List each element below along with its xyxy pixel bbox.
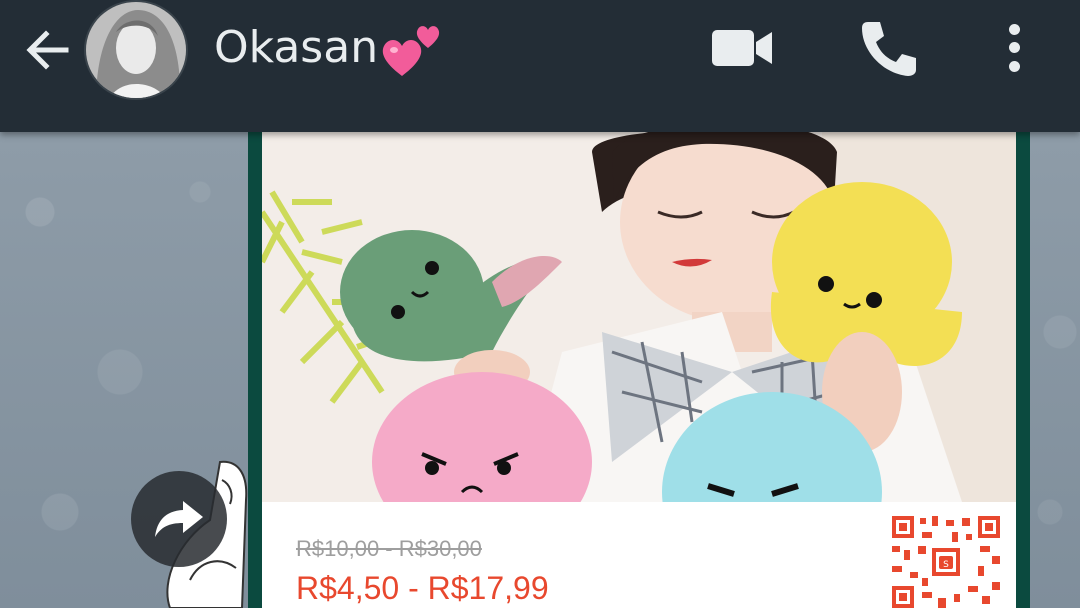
share-arrow-icon: [155, 501, 203, 537]
product-photo[interactable]: [262, 132, 1016, 502]
video-call-button[interactable]: [710, 24, 776, 72]
price-area: R$10,00 - R$30,00 R$4,50 - R$17,99 S: [262, 502, 1016, 608]
voice-call-button[interactable]: [858, 18, 918, 78]
two-hearts-icon: [380, 18, 446, 78]
contact-name-label: Okasan: [214, 22, 379, 73]
forward-button[interactable]: [131, 471, 227, 567]
sale-price: R$4,50 - R$17,99: [296, 570, 549, 606]
avatar-photo: [86, 2, 186, 98]
product-card[interactable]: R$10,00 - R$30,00 R$4,50 - R$17,99 S: [262, 132, 1016, 608]
contact-name[interactable]: Okasan: [214, 18, 446, 78]
back-button[interactable]: [20, 22, 76, 78]
phone-icon: [862, 22, 916, 76]
more-vertical-icon: [1008, 23, 1020, 35]
message-bubble[interactable]: R$10,00 - R$30,00 R$4,50 - R$17,99 S: [248, 132, 1030, 608]
chat-header: Okasan: [0, 0, 1080, 132]
video-camera-icon: [712, 30, 772, 66]
arrow-left-icon: [26, 30, 69, 70]
avatar[interactable]: [84, 0, 188, 100]
qr-code-icon[interactable]: S: [892, 516, 1000, 608]
more-options-button[interactable]: [998, 20, 1030, 76]
svg-text:S: S: [943, 560, 949, 570]
original-price: R$10,00 - R$30,00: [296, 536, 482, 561]
